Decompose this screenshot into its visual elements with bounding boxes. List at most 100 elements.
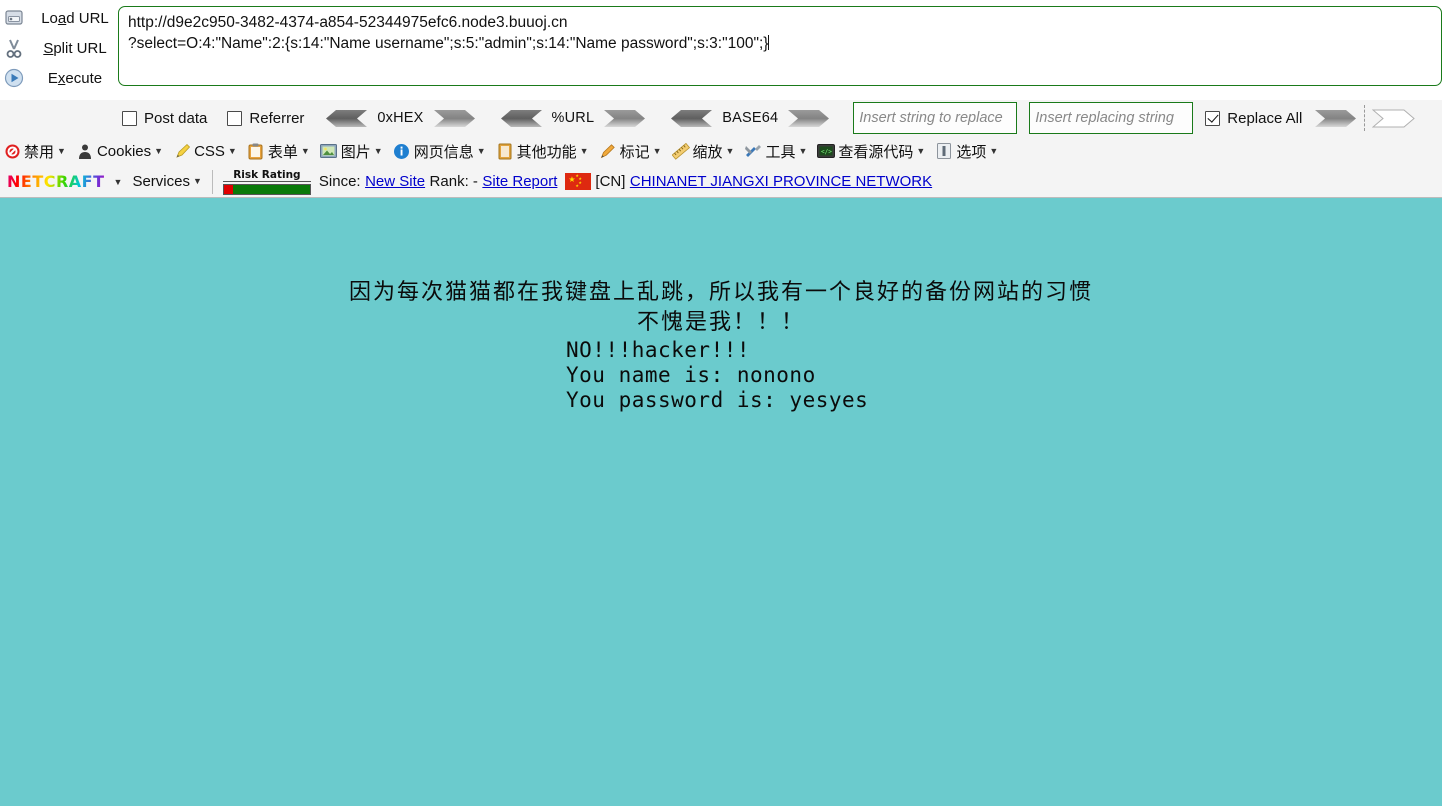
browser-window: Load URL Split URL Execute http://d9e2c9… [0,0,1442,806]
menu-misc[interactable]: 其他功能 ▼ [495,141,589,162]
replace-find-input[interactable]: Insert string to replace [853,102,1018,134]
risk-rating-indicator: Risk Rating [222,169,311,195]
chevron-down-icon: ▼ [154,145,164,156]
netcraft-logo: NETCRAFT [4,171,108,192]
chevron-down-icon: ▼ [798,145,808,156]
load-url-label: Load URL [41,9,109,27]
hackbar-action-list: Load URL Split URL Execute [0,0,118,93]
new-site-link[interactable]: New Site [365,173,425,190]
chevron-down-icon: ▼ [916,145,926,156]
options-icon [934,141,954,161]
netcraft-toolbar: NETCRAFT ▼ Services ▼ Risk Rating Since:… [0,166,1442,198]
menu-cookies-label: Cookies [96,142,152,160]
risk-bar-green [232,184,310,194]
replace-with-input[interactable]: Insert replacing string [1029,102,1194,134]
menu-css-label: CSS [194,142,225,160]
referrer-checkbox[interactable]: Referrer [227,110,304,127]
menu-disable-label: 禁用 [24,143,55,161]
replace-secondary-arrow-icon[interactable] [1372,109,1416,128]
hex-label: 0xHEX [377,110,424,126]
chevron-down-icon: ▼ [227,145,237,156]
since-label: Since: [318,173,361,190]
execute-button[interactable]: Execute [0,63,118,93]
post-data-label: Post data [144,109,208,127]
chevron-down-icon: ▼ [57,145,66,156]
menu-view-source[interactable]: </> 查看源代码 ▼ [816,141,925,162]
hex-encode-arrow-icon[interactable] [433,109,477,128]
post-data-box[interactable] [122,110,137,126]
base64-encode-arrow-icon[interactable] [787,109,831,128]
result-hacker-line: NO!!!hacker!!! [566,338,751,362]
menu-images-label: 图片 [340,143,371,161]
risk-bar-red [223,184,233,194]
menu-tools-label: 工具 [765,143,796,161]
replace-all-label: Replace All [1227,109,1303,127]
base64-decode-arrow-icon[interactable] [669,109,713,128]
replace-apply-arrow-icon[interactable] [1314,109,1358,128]
hackbar-options-row: Post data Referrer 0xHEX %URL BASE64 Ins… [0,100,1442,136]
hackbar-url-area: Load URL Split URL Execute http://d9e2c9… [0,0,1442,100]
resize-ruler-icon [671,141,691,161]
referrer-label: Referrer [249,109,305,127]
execute-label: Execute [47,69,103,87]
menu-images[interactable]: 图片 ▼ [319,141,383,162]
chevron-down-icon: ▼ [476,145,486,156]
url-encode-label: %URL [551,110,595,126]
hex-decode-arrow-icon[interactable] [324,109,368,128]
menu-disable[interactable]: 禁用 ▼ [2,141,66,162]
result-password-line: You password is: yesyes [566,388,869,412]
menu-tools[interactable]: 工具 ▼ [743,141,807,162]
netcraft-chevron-down-icon[interactable]: ▼ [114,177,123,187]
network-owner-link[interactable]: CHINANET JIANGXI PROVINCE NETWORK [630,173,932,190]
url-line-2: ?select=O:4:"Name":2:{s:14:"Name usernam… [128,35,769,52]
base64-label: BASE64 [722,110,779,126]
chevron-down-icon: ▼ [725,145,735,156]
menu-resize[interactable]: 缩放 ▼ [671,141,735,162]
split-url-scissors-icon [2,37,26,59]
base64-converter-group: BASE64 [669,109,831,128]
result-name-line: You name is: nonono [566,363,816,387]
page-content: 因为每次猫猫都在我键盘上乱跳，所以我有一个良好的备份网站的习惯 不愧是我！！！ … [0,198,1442,806]
chevron-down-icon: ▼ [652,145,662,156]
url-textarea[interactable]: http://d9e2c950-3482-4374-a854-52344975e… [118,6,1442,86]
chevron-down-icon: ▼ [300,145,310,156]
post-data-checkbox[interactable]: Post data [122,110,207,127]
load-url-icon [2,7,26,29]
menu-page-info-label: 网页信息 [413,143,474,161]
menu-page-info[interactable]: 网页信息 ▼ [392,141,486,162]
text-caret [768,35,770,50]
url-encode-arrow-icon[interactable] [603,109,647,128]
site-report-link[interactable]: Site Report [482,173,557,190]
menu-forms-label: 表单 [267,143,298,161]
load-url-button[interactable]: Load URL [0,3,118,33]
netcraft-services-menu[interactable]: Services [132,173,190,190]
referrer-box[interactable] [227,110,243,126]
split-url-button[interactable]: Split URL [0,33,118,63]
replace-all-checkbox[interactable]: Replace All [1205,110,1302,127]
outline-pencil-icon [598,141,618,161]
url-converter-group: %URL [499,109,648,128]
url-line-1: http://d9e2c950-3482-4374-a854-52344975e… [128,14,568,31]
cookies-icon [75,141,95,161]
chevron-down-icon: ▼ [579,145,589,156]
css-pencil-icon [172,141,192,161]
url-decode-arrow-icon[interactable] [499,109,543,128]
menu-css[interactable]: CSS ▼ [172,141,237,161]
view-source-icon: </> [816,141,836,161]
menu-misc-label: 其他功能 [516,143,577,161]
toolbar-divider [1364,105,1366,131]
webdeveloper-toolbar: 禁用 ▼ Cookies ▼ CSS ▼ 表单 ▼ 图片 ▼ 网页信息 ▼ 其他… [0,136,1442,166]
services-chevron-down-icon[interactable]: ▼ [193,177,202,186]
page-message-line-2: 不愧是我！！！ [636,310,805,335]
disable-icon [2,141,22,161]
menu-options[interactable]: 选项 ▼ [934,141,998,162]
menu-cookies[interactable]: Cookies ▼ [75,141,163,161]
menu-outline[interactable]: 标记 ▼ [598,141,662,162]
svg-text:</>: </> [821,148,832,155]
replace-all-box[interactable] [1205,110,1221,126]
chevron-down-icon: ▼ [373,145,383,156]
execute-play-icon [2,67,26,89]
menu-forms[interactable]: 表单 ▼ [246,141,310,162]
risk-rating-label: Risk Rating [222,169,311,182]
menu-resize-label: 缩放 [692,143,723,161]
